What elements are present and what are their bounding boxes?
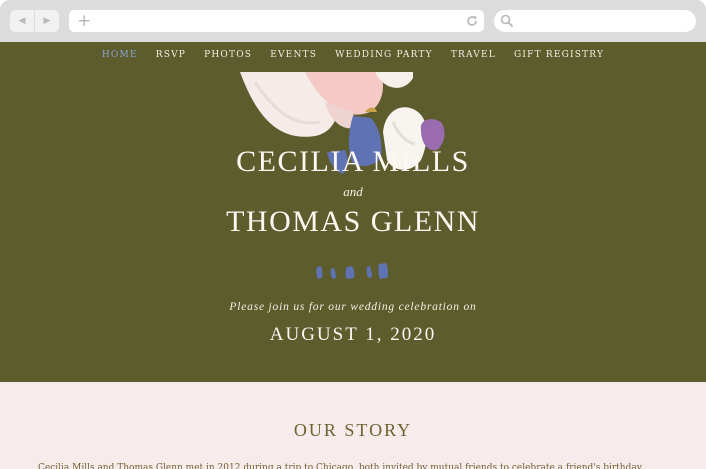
and-connector: and: [343, 184, 363, 199]
forward-button[interactable]: ▶: [34, 10, 59, 32]
nav-item-photos[interactable]: PHOTOS: [204, 50, 252, 60]
story-paragraph: Cecilia Mills and Thomas Glenn met in 20…: [38, 463, 644, 469]
nav-item-rsvp[interactable]: RSVP: [156, 50, 186, 60]
our-story-section: OUR STORY Cecilia Mills and Thomas Glenn…: [0, 382, 706, 469]
history-buttons: ◀ ▶: [10, 10, 59, 32]
hero-section: HOME RSVP PHOTOS EVENTS WEDDING PARTY TR…: [0, 42, 706, 382]
brush-strokes-ornament: [316, 263, 389, 279]
nav-item-events[interactable]: EVENTS: [270, 50, 317, 60]
reload-icon[interactable]: [465, 14, 479, 28]
search-icon: [500, 14, 514, 28]
address-bar[interactable]: +: [69, 10, 484, 32]
wedding-date: AUGUST 1, 2020: [269, 324, 437, 345]
nav-item-travel[interactable]: TRAVEL: [451, 50, 496, 60]
nav-item-gift-registry[interactable]: GIFT REGISTRY: [514, 50, 604, 60]
back-button[interactable]: ◀: [10, 10, 34, 32]
browser-window: ◀ ▶ + HOME RSVP PHOTOS EVENTS WEDDING PA…: [0, 0, 706, 469]
plus-icon[interactable]: +: [77, 11, 91, 31]
groom-name: THOMAS GLENN: [226, 205, 480, 238]
browser-toolbar: ◀ ▶ +: [0, 0, 706, 42]
invitation-text: Please join us for our wedding celebrati…: [229, 301, 477, 313]
bride-name: CECILIA MILLS: [236, 145, 470, 178]
nav-item-wedding-party[interactable]: WEDDING PARTY: [335, 50, 433, 60]
story-heading: OUR STORY: [293, 420, 413, 440]
arrow-right-icon: ▶: [43, 16, 51, 26]
arrow-left-icon: ◀: [18, 16, 26, 26]
nav-item-home[interactable]: HOME: [102, 50, 138, 60]
site-nav: HOME RSVP PHOTOS EVENTS WEDDING PARTY TR…: [0, 50, 706, 60]
search-input[interactable]: [494, 10, 696, 32]
